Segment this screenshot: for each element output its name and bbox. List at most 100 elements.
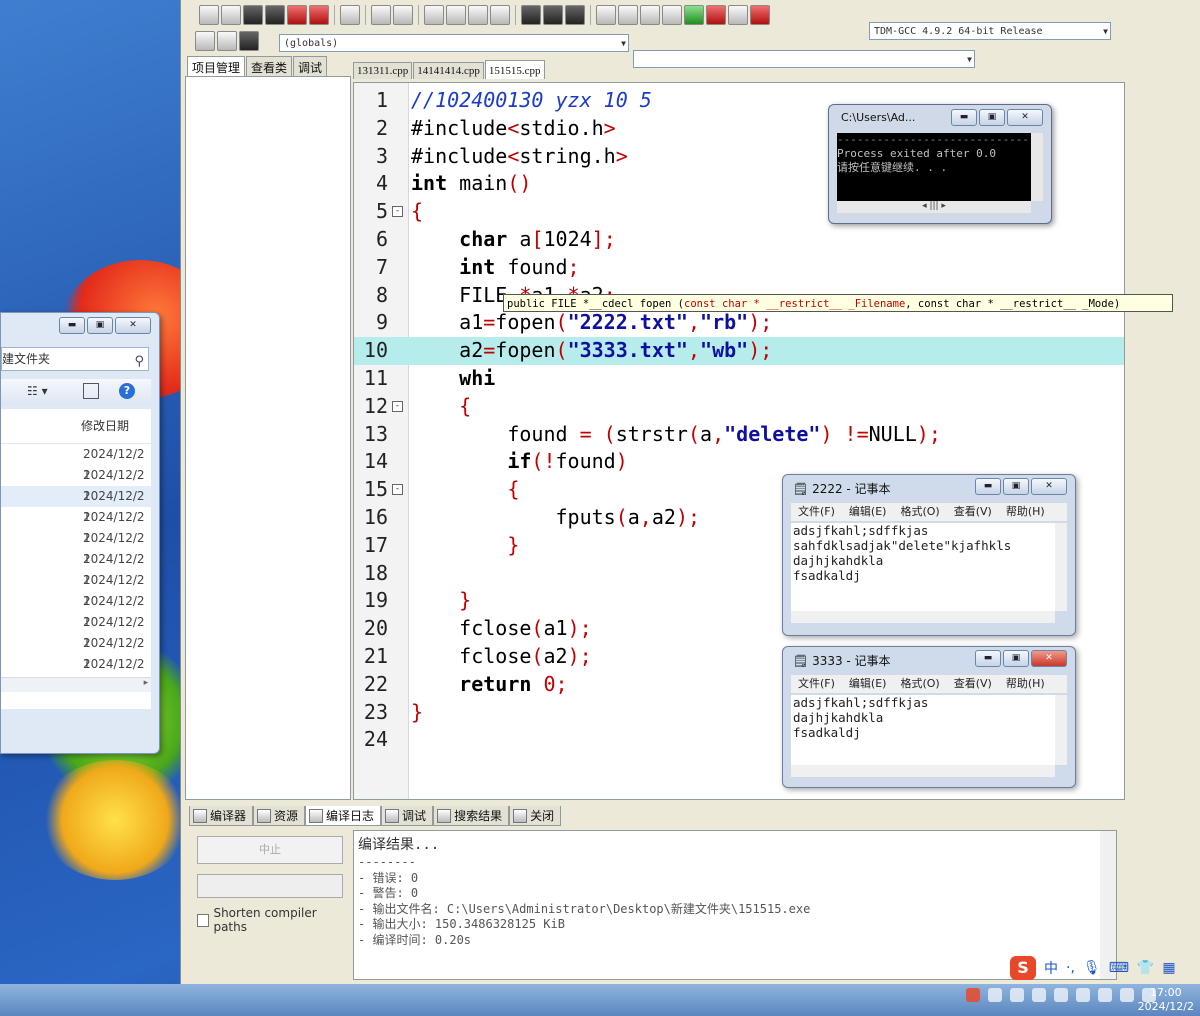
notepad-horizontal-scrollbar[interactable] bbox=[791, 611, 1055, 623]
console-horizontal-scrollbar[interactable]: ◂ ||| ▸ bbox=[837, 201, 1031, 213]
close-button[interactable]: ✕ bbox=[115, 317, 151, 334]
tab-classes[interactable]: 查看类 bbox=[246, 56, 293, 78]
tab-debug[interactable]: 调试 bbox=[293, 56, 328, 78]
list-item[interactable]: 2024/12/2 1 bbox=[1, 654, 151, 692]
code-line[interactable]: 7 int found; bbox=[354, 254, 1124, 282]
list-item[interactable]: 2024/12/2 1 bbox=[1, 591, 151, 629]
check-syntax-icon[interactable] bbox=[684, 5, 704, 25]
column-header-modified-date[interactable]: 修改日期 bbox=[1, 409, 151, 444]
indent-icon[interactable] bbox=[521, 5, 541, 25]
volume-icon[interactable] bbox=[1120, 988, 1134, 1002]
tab-file-14141414[interactable]: 14141414.cpp bbox=[413, 62, 484, 79]
compile-run-icon[interactable] bbox=[640, 5, 660, 25]
code-line[interactable]: 11 whi bbox=[354, 365, 1124, 393]
list-item[interactable]: 2024/12/2 1 bbox=[1, 549, 151, 587]
console-vertical-scrollbar[interactable] bbox=[1031, 133, 1043, 201]
search-icon[interactable]: ⚲ bbox=[134, 351, 144, 373]
compile-icon[interactable] bbox=[596, 5, 616, 25]
code-line[interactable]: 6 char a[1024]; bbox=[354, 226, 1124, 254]
redo-icon[interactable] bbox=[393, 5, 413, 25]
list-item[interactable]: 2024/12/2 1 bbox=[1, 465, 151, 503]
tray-icon[interactable] bbox=[1032, 988, 1046, 1002]
new-project-icon[interactable] bbox=[195, 31, 215, 51]
list-item[interactable]: 2024/12/2 1 bbox=[1, 486, 151, 524]
unindent-icon[interactable] bbox=[543, 5, 563, 25]
preview-pane-icon[interactable] bbox=[83, 383, 99, 399]
bookmark-icon[interactable] bbox=[490, 5, 510, 25]
close-button[interactable]: ✕ bbox=[1031, 650, 1067, 667]
tab-compiler[interactable]: 编译器 bbox=[189, 806, 254, 826]
notepad-vertical-scrollbar[interactable] bbox=[1055, 523, 1067, 611]
explorer-horizontal-scrollbar[interactable]: ▸ bbox=[1, 677, 151, 692]
menu-format[interactable]: 格式(O) bbox=[893, 503, 946, 521]
close-all-icon[interactable] bbox=[309, 5, 329, 25]
network-icon[interactable] bbox=[1098, 988, 1112, 1002]
code-line[interactable]: 14 if(!found) bbox=[354, 448, 1124, 476]
ime-language-toggle[interactable]: 中 bbox=[1044, 958, 1058, 978]
toggle-comment-icon[interactable] bbox=[565, 5, 585, 25]
run-icon[interactable] bbox=[618, 5, 638, 25]
save-icon[interactable] bbox=[243, 5, 263, 25]
menu-format[interactable]: 格式(O) bbox=[893, 675, 946, 693]
insert-code-icon[interactable] bbox=[217, 31, 237, 51]
menu-file[interactable]: 文件(F) bbox=[791, 503, 842, 521]
code-line[interactable]: 12- { bbox=[354, 393, 1124, 421]
tab-file-131311[interactable]: 131311.cpp bbox=[353, 62, 413, 79]
menu-help[interactable]: 帮助(H) bbox=[999, 503, 1052, 521]
explorer-search-input[interactable]: 建文件夹 ⚲ bbox=[1, 347, 149, 371]
fold-toggle-icon[interactable]: - bbox=[392, 400, 403, 412]
menu-help[interactable]: 帮助(H) bbox=[999, 675, 1052, 693]
notepad-vertical-scrollbar[interactable] bbox=[1055, 695, 1067, 765]
menu-edit[interactable]: 编辑(E) bbox=[842, 503, 894, 521]
tab-project[interactable]: 项目管理 bbox=[187, 56, 246, 78]
toolbox-icon[interactable]: ▦ bbox=[1162, 960, 1175, 976]
minimize-button[interactable]: ▬ bbox=[975, 478, 1001, 495]
code-line[interactable]: 13 found = (strstr(a,"delete") !=NULL); bbox=[354, 421, 1124, 449]
tray-icon[interactable] bbox=[1010, 988, 1024, 1002]
close-button[interactable]: ✕ bbox=[1007, 109, 1043, 126]
menu-file[interactable]: 文件(F) bbox=[791, 675, 842, 693]
fold-toggle-icon[interactable]: - bbox=[392, 484, 403, 496]
tab-file-151515[interactable]: 151515.cpp bbox=[484, 60, 545, 79]
save-all-icon[interactable] bbox=[265, 5, 285, 25]
abort-button[interactable]: 中止 bbox=[197, 836, 343, 864]
toggle-panel-icon[interactable] bbox=[239, 31, 259, 51]
close-file-icon[interactable] bbox=[287, 5, 307, 25]
function-select[interactable]: ▼ bbox=[633, 50, 975, 68]
sogou-ime-logo[interactable]: S bbox=[1010, 956, 1036, 980]
fold-toggle-icon[interactable]: - bbox=[392, 206, 403, 218]
minimize-button[interactable]: ▬ bbox=[951, 109, 977, 126]
code-line[interactable]: 10 a2=fopen("3333.txt","wb"); bbox=[354, 337, 1124, 365]
find-icon[interactable] bbox=[424, 5, 444, 25]
shorten-paths-checkbox[interactable] bbox=[197, 913, 210, 927]
list-item[interactable]: 2024/12/2 1 bbox=[1, 444, 151, 482]
list-item[interactable]: 2024/12/2 1 bbox=[1, 507, 151, 545]
compiler-select[interactable]: TDM-GCC 4.9.2 64-bit Release ▼ bbox=[869, 22, 1111, 40]
notepad-text-area[interactable]: adsjfkahl;sdffkjas sahfdklsadjak"delete"… bbox=[791, 523, 1055, 611]
menu-view[interactable]: 查看(V) bbox=[947, 675, 999, 693]
menu-edit[interactable]: 编辑(E) bbox=[842, 675, 894, 693]
replace-icon[interactable] bbox=[446, 5, 466, 25]
maximize-button[interactable]: ▣ bbox=[1003, 478, 1029, 495]
debug-icon[interactable] bbox=[750, 5, 770, 25]
rebuild-icon[interactable] bbox=[662, 5, 682, 25]
microphone-icon[interactable]: 🎙 bbox=[1083, 960, 1101, 976]
taskbar-clock[interactable]: 17:00 2024/12/2 bbox=[1138, 986, 1194, 1014]
menu-view[interactable]: 查看(V) bbox=[947, 503, 999, 521]
sogou-tray-icon[interactable] bbox=[966, 988, 980, 1002]
shield-icon[interactable] bbox=[1054, 988, 1068, 1002]
list-item[interactable]: 2024/12/2 1 bbox=[1, 633, 151, 671]
maximize-button[interactable]: ▣ bbox=[87, 317, 113, 334]
minimize-button[interactable]: ▬ bbox=[59, 317, 85, 334]
stop-icon[interactable] bbox=[706, 5, 726, 25]
chart-profile-icon[interactable] bbox=[728, 5, 748, 25]
view-options-icon[interactable]: ☷ ▾ bbox=[27, 384, 48, 398]
tray-icon[interactable] bbox=[1076, 988, 1090, 1002]
new-file-icon[interactable] bbox=[199, 5, 219, 25]
code-line[interactable]: 9 a1=fopen("2222.txt","rb"); bbox=[354, 309, 1124, 337]
tab-search-results[interactable]: 搜索结果 bbox=[433, 806, 510, 826]
print-icon[interactable] bbox=[340, 5, 360, 25]
ime-punctuation-toggle[interactable]: ·, bbox=[1066, 960, 1075, 976]
maximize-button[interactable]: ▣ bbox=[979, 109, 1005, 126]
tab-close[interactable]: 关闭 bbox=[509, 806, 562, 826]
